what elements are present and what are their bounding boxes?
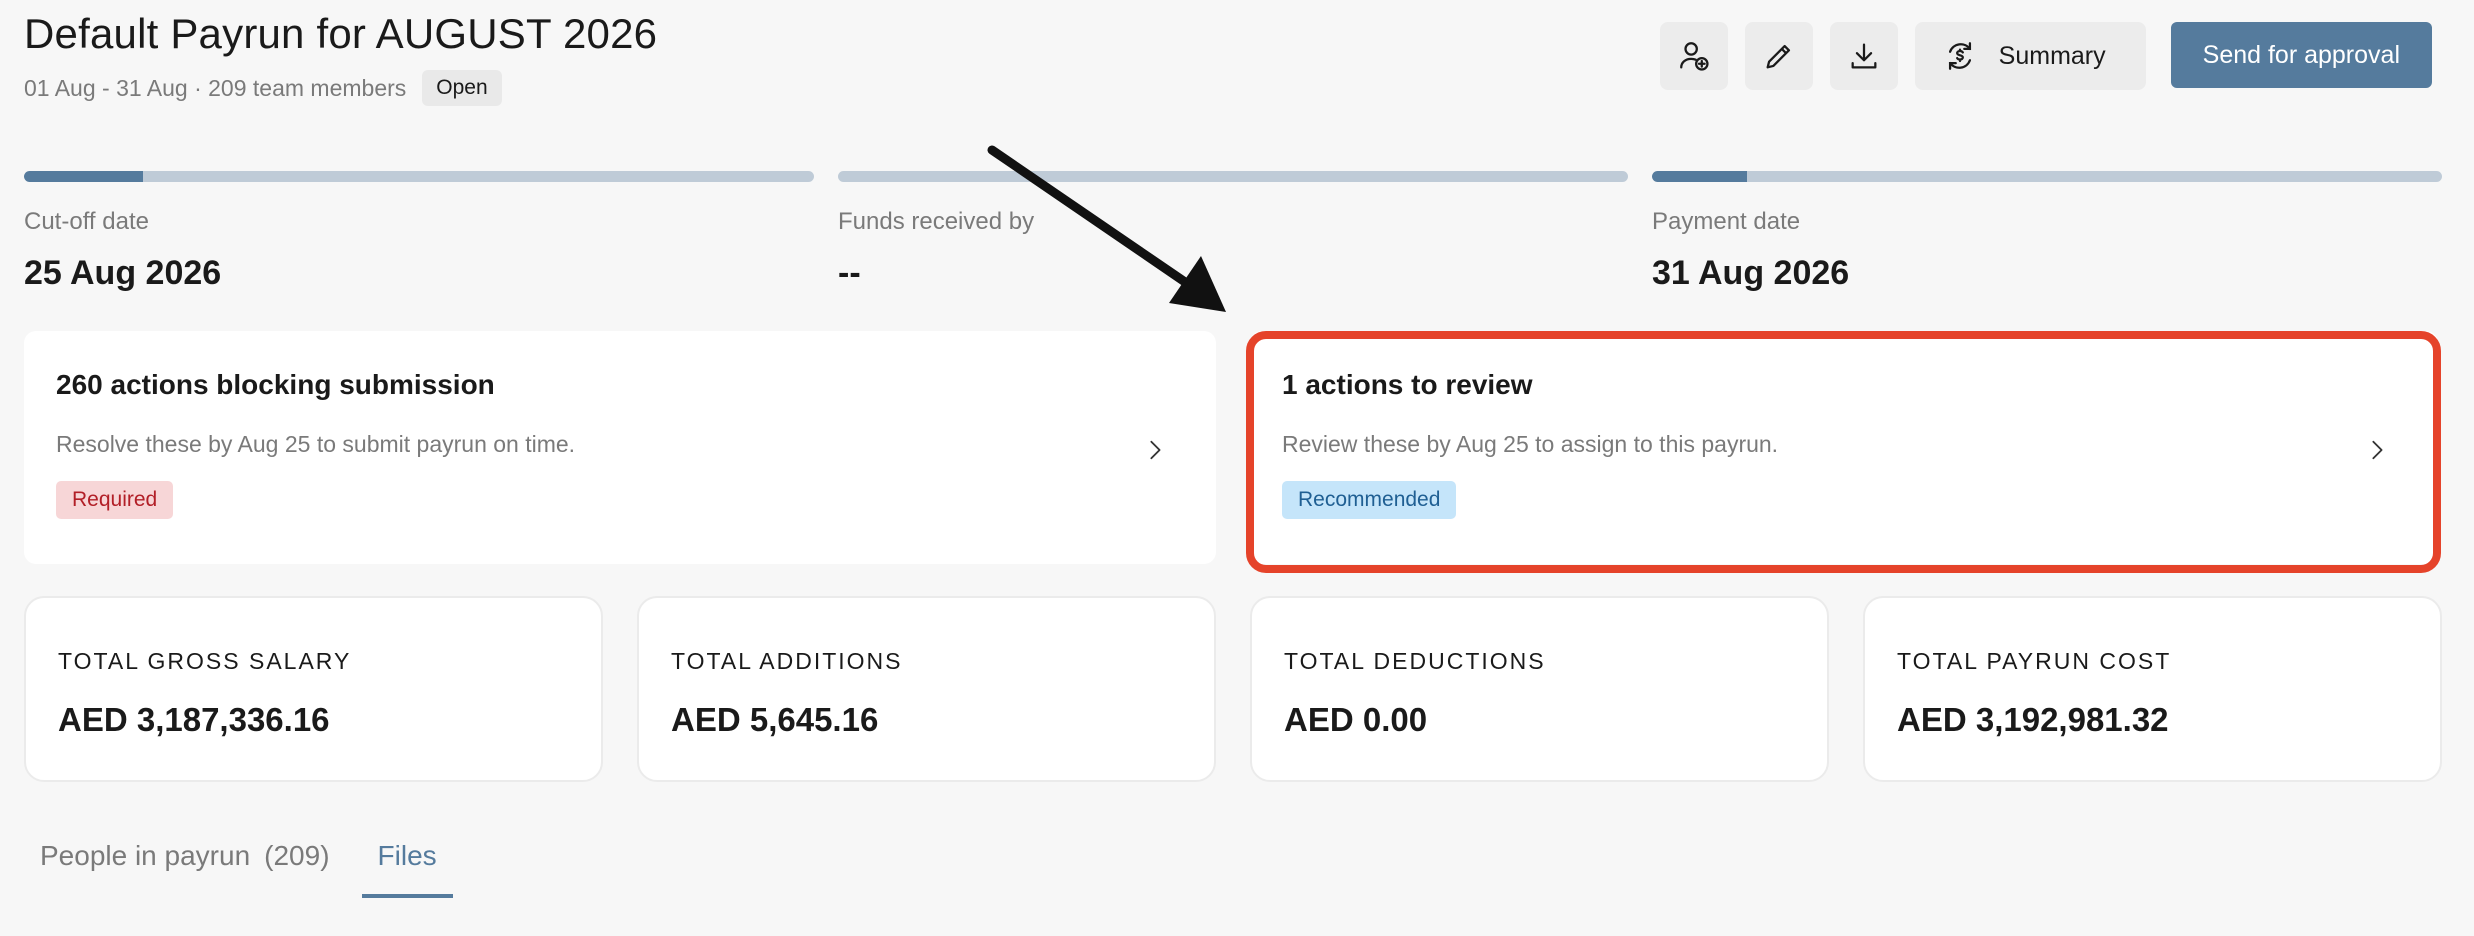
- payrun-meta: 01 Aug - 31 Aug · 209 team members Open: [24, 70, 502, 106]
- total-value: AED 0.00: [1284, 701, 1428, 738]
- edit-button[interactable]: [1744, 22, 1813, 90]
- chevron-right-icon: [1150, 440, 1161, 460]
- progress-track: [24, 171, 814, 182]
- send-for-approval-button[interactable]: Send for approval: [2170, 22, 2432, 88]
- total-value: AED 3,192,981.32: [1897, 701, 2169, 738]
- card-description: Resolve these by Aug 25 to submit payrun…: [56, 431, 576, 457]
- payrun-tabs: People in payrun (209) Files: [40, 840, 453, 898]
- total-card: TOTAL GROSS SALARY AED 3,187,336.16: [24, 596, 603, 782]
- total-label: TOTAL ADDITIONS: [671, 648, 903, 674]
- summary-label: Summary: [1998, 41, 2106, 70]
- blocking-actions-card[interactable]: 260 actions blocking submission Resolve …: [24, 331, 1216, 564]
- tab-label: People in payrun: [40, 840, 251, 871]
- download-icon: [1851, 43, 1877, 69]
- recommended-tag: Recommended: [1282, 481, 1457, 519]
- page-title: Default Payrun for AUGUST 2026: [24, 10, 658, 57]
- user-add-icon: [1679, 42, 1709, 71]
- required-tag: Required: [56, 481, 174, 519]
- payrun-page: Default Payrun for AUGUST 2026 01 Aug - …: [0, 0, 2474, 936]
- tab-files[interactable]: Files: [361, 840, 453, 898]
- milestone-label: Cut-off date: [24, 208, 149, 235]
- pencil-icon: [1766, 44, 1790, 69]
- tab-count: (209): [264, 840, 330, 871]
- milestone-payment: Payment date 31 Aug 2026: [1652, 171, 2442, 293]
- milestone-value: 25 Aug 2026: [24, 254, 222, 292]
- add-member-button[interactable]: [1659, 22, 1728, 90]
- milestone-label: Payment date: [1652, 208, 1801, 235]
- status-badge: Open: [422, 70, 502, 106]
- annotation-arrow: [987, 145, 1226, 312]
- chevron-right-icon: [2372, 440, 2383, 460]
- total-label: TOTAL GROSS SALARY: [58, 648, 352, 674]
- review-actions-card[interactable]: 1 actions to review Review these by Aug …: [1250, 331, 2438, 564]
- total-label: TOTAL DEDUCTIONS: [1284, 648, 1546, 674]
- progress-track: [1652, 171, 2442, 182]
- total-value: AED 3,187,336.16: [58, 701, 330, 738]
- tab-people-in-payrun[interactable]: People in payrun (209): [40, 840, 330, 872]
- total-card: TOTAL PAYRUN COST AED 3,192,981.32: [1863, 596, 2442, 782]
- total-value: AED 5,645.16: [671, 701, 879, 738]
- payrun-totals: TOTAL GROSS SALARY AED 3,187,336.16 TOTA…: [24, 596, 2442, 782]
- download-button[interactable]: [1829, 22, 1898, 90]
- milestone-value: 31 Aug 2026: [1652, 254, 1850, 292]
- card-description: Review these by Aug 25 to assign to this…: [1282, 431, 1779, 457]
- sync-dollar-icon: [1948, 42, 1971, 70]
- progress-fill: [24, 171, 143, 182]
- progress-fill: [1652, 171, 1747, 182]
- card-title: 1 actions to review: [1282, 369, 1533, 400]
- tab-label: Files: [377, 840, 437, 871]
- total-label: TOTAL PAYRUN COST: [1897, 648, 2172, 674]
- total-card: TOTAL DEDUCTIONS AED 0.00: [1250, 596, 1829, 782]
- header-actions: Summary Send for approval: [1659, 22, 2432, 90]
- milestone-cutoff: Cut-off date 25 Aug 2026: [24, 171, 814, 293]
- card-title: 260 actions blocking submission: [56, 369, 495, 400]
- summary-button[interactable]: Summary: [1914, 22, 2146, 90]
- payrun-subtitle: 01 Aug - 31 Aug · 209 team members: [24, 74, 407, 101]
- total-card: TOTAL ADDITIONS AED 5,645.16: [637, 596, 1216, 782]
